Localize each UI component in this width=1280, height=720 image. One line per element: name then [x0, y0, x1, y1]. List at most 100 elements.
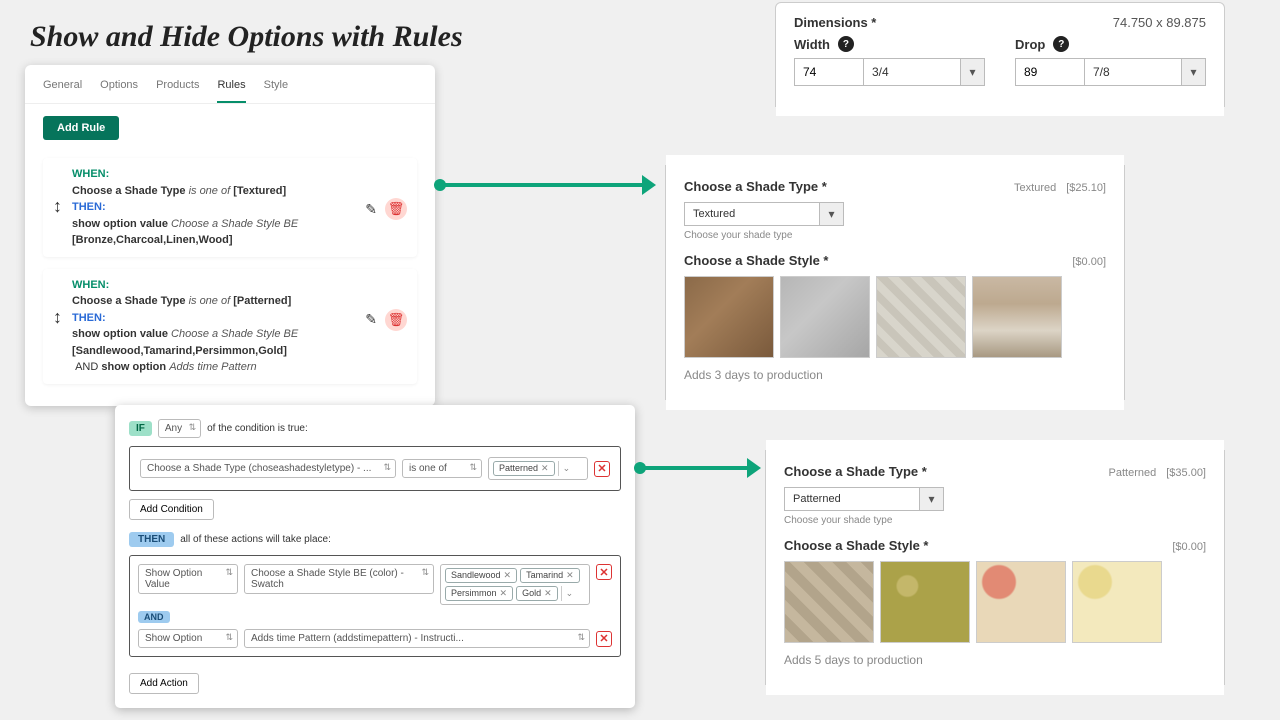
- drag-icon[interactable]: ↕: [53, 277, 62, 328]
- action1-field-select[interactable]: Choose a Shade Style BE (color) - Swatch: [244, 564, 434, 594]
- delete-condition-button[interactable]: ✕: [594, 461, 610, 477]
- production-note: Adds 3 days to production: [684, 368, 1106, 382]
- condition-field-select[interactable]: Choose a Shade Type (choseashadestyletyp…: [140, 459, 396, 478]
- add-condition-button[interactable]: Add Condition: [129, 499, 214, 520]
- tag-tamarind[interactable]: Tamarind✕: [520, 568, 580, 583]
- arrow-icon: [640, 466, 755, 470]
- arrow-icon: [440, 183, 650, 187]
- drag-icon[interactable]: ↕: [53, 166, 62, 217]
- swatch-wood[interactable]: [972, 276, 1062, 358]
- drop-fraction: 7/8: [1085, 58, 1182, 86]
- swatch-bronze[interactable]: [684, 276, 774, 358]
- close-icon[interactable]: ✕: [566, 570, 574, 580]
- shade-type-title: Choose a Shade Type *: [684, 179, 1014, 194]
- swatch-persimmon[interactable]: [976, 561, 1066, 643]
- swatch-sandlewood[interactable]: [784, 561, 874, 643]
- cond-field: Choose a Shade Type: [72, 295, 186, 307]
- shade-type-patterned-panel: Choose a Shade Type * Patterned [$35.00]…: [765, 450, 1225, 685]
- shade-type-selected: Patterned: [1109, 467, 1157, 479]
- swatches: [784, 561, 1206, 643]
- tag-persimmon[interactable]: Persimmon✕: [445, 586, 513, 601]
- chevron-down-icon[interactable]: ▾: [961, 58, 985, 86]
- condition-op-select[interactable]: is one of: [402, 459, 482, 478]
- if-pill: IF: [129, 421, 152, 436]
- tab-products[interactable]: Products: [156, 79, 199, 103]
- action-field: Choose a Shade Style BE: [171, 218, 298, 230]
- trash-icon[interactable]: 🗑: [385, 309, 407, 331]
- cond-values: [Patterned]: [233, 295, 291, 307]
- tag-patterned[interactable]: Patterned✕: [493, 461, 555, 476]
- shade-style-price: [$0.00]: [1172, 541, 1206, 553]
- shade-type-title: Choose a Shade Type *: [784, 464, 1109, 479]
- dimensions-panel: Dimensions * 74.750 x 89.875 Width? 3/4 …: [775, 2, 1225, 107]
- condition-box: Choose a Shade Type (choseashadestyletyp…: [129, 446, 621, 491]
- shade-type-selected: Textured: [1014, 182, 1056, 194]
- chevron-down-icon[interactable]: ▾: [820, 202, 844, 226]
- and-pill: AND: [138, 611, 170, 623]
- actions-box: Show Option Value Choose a Shade Style B…: [129, 555, 621, 657]
- shade-type-price: [$25.10]: [1066, 182, 1106, 194]
- shade-style-price: [$0.00]: [1072, 256, 1106, 268]
- dimensions-computed: 74.750 x 89.875: [1113, 15, 1206, 30]
- tab-style[interactable]: Style: [264, 79, 288, 103]
- close-icon[interactable]: ✕: [504, 570, 512, 580]
- delete-action2-button[interactable]: ✕: [596, 631, 612, 647]
- add-rule-button[interactable]: Add Rule: [43, 116, 119, 140]
- delete-action1-button[interactable]: ✕: [596, 564, 612, 580]
- close-icon[interactable]: ✕: [500, 588, 508, 598]
- tag-sandlewood[interactable]: Sandlewood✕: [445, 568, 517, 583]
- shade-type-select[interactable]: Patterned: [784, 487, 920, 511]
- swatch-linen[interactable]: [876, 276, 966, 358]
- admin-panel: General Options Products Rules Style Add…: [25, 65, 435, 406]
- shade-type-help: Choose your shade type: [684, 230, 1106, 241]
- dimensions-title: Dimensions *: [794, 15, 876, 30]
- condition-tags[interactable]: Patterned✕ ⌄: [488, 457, 588, 480]
- then-label: THEN:: [72, 312, 106, 324]
- chevron-down-icon[interactable]: ▾: [1182, 58, 1206, 86]
- swatches: [684, 276, 1106, 358]
- rule-body: WHEN: Choose a Shade Type is one of [Pat…: [72, 277, 407, 376]
- action2-type-select[interactable]: Show Option: [138, 629, 238, 648]
- action-values: [Bronze,Charcoal,Linen,Wood]: [72, 234, 233, 246]
- when-label: WHEN:: [72, 168, 109, 180]
- action-text: show option value: [72, 218, 168, 230]
- help-icon[interactable]: ?: [1053, 36, 1069, 52]
- rule-card: ↕ WHEN: Choose a Shade Type is one of [P…: [43, 269, 417, 384]
- add-action-button[interactable]: Add Action: [129, 673, 199, 694]
- drop-input[interactable]: [1015, 58, 1085, 86]
- close-icon[interactable]: ✕: [541, 463, 549, 473]
- action1-tags[interactable]: Sandlewood✕ Tamarind✕ Persimmon✕ Gold✕ ⌄: [440, 564, 590, 605]
- action2-field-select[interactable]: Adds time Pattern (addstimepattern) - In…: [244, 629, 590, 648]
- any-after-text: of the condition is true:: [207, 423, 308, 434]
- action-field: Choose a Shade Style BE: [171, 328, 298, 340]
- tab-options[interactable]: Options: [100, 79, 138, 103]
- swatch-gold[interactable]: [1072, 561, 1162, 643]
- shade-type-select[interactable]: Textured: [684, 202, 820, 226]
- swatch-charcoal[interactable]: [780, 276, 870, 358]
- action-text: show option value: [72, 328, 168, 340]
- action1-type-select[interactable]: Show Option Value: [138, 564, 238, 594]
- tag-gold[interactable]: Gold✕: [516, 586, 558, 601]
- tab-general[interactable]: General: [43, 79, 82, 103]
- close-icon[interactable]: ✕: [544, 588, 552, 598]
- page-title: Show and Hide Options with Rules: [30, 20, 463, 54]
- any-select[interactable]: Any: [158, 419, 201, 438]
- then-after-text: all of these actions will take place:: [180, 534, 331, 545]
- width-input[interactable]: [794, 58, 864, 86]
- chevron-down-icon[interactable]: ▾: [920, 487, 944, 511]
- and-label: AND: [75, 361, 98, 373]
- cond-op: is one of: [189, 295, 231, 307]
- trash-icon[interactable]: 🗑: [385, 198, 407, 220]
- swatch-tamarind[interactable]: [880, 561, 970, 643]
- tab-rules[interactable]: Rules: [217, 79, 245, 103]
- tabs: General Options Products Rules Style: [25, 65, 435, 104]
- shade-type-price: [$35.00]: [1166, 467, 1206, 479]
- production-note: Adds 5 days to production: [784, 653, 1206, 667]
- help-icon[interactable]: ?: [838, 36, 854, 52]
- shade-type-help: Choose your shade type: [784, 515, 1206, 526]
- pencil-icon[interactable]: ✎: [365, 201, 377, 218]
- pencil-icon[interactable]: ✎: [365, 311, 377, 328]
- when-label: WHEN:: [72, 279, 109, 291]
- width-fraction: 3/4: [864, 58, 961, 86]
- drop-label: Drop: [1015, 37, 1045, 52]
